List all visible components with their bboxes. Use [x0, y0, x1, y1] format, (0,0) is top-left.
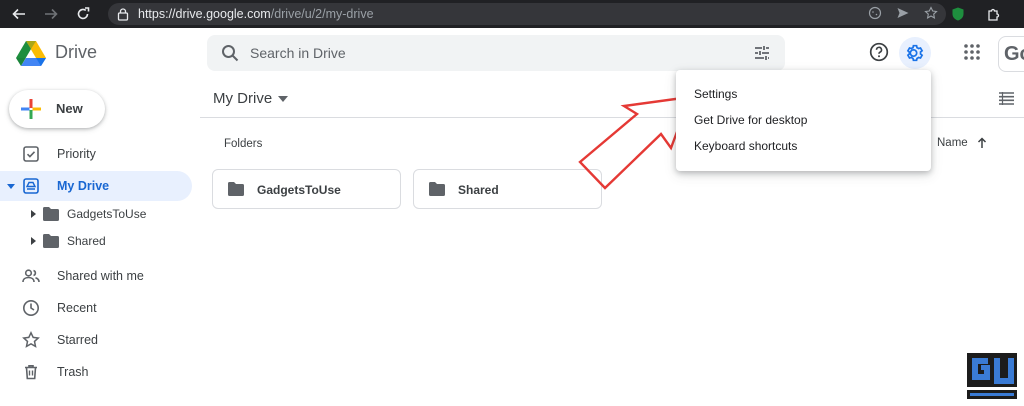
folder-icon	[43, 207, 59, 221]
menu-item-label: Get Drive for desktop	[694, 113, 808, 127]
new-button[interactable]: New	[9, 90, 105, 128]
lock-icon	[117, 8, 129, 21]
app-name: Drive	[55, 42, 98, 62]
sidebar-item-starred[interactable]: Starred	[0, 325, 192, 355]
folder-name: GadgetsToUse	[257, 183, 341, 197]
sidebar-item-label: Recent	[57, 301, 97, 315]
people-icon	[22, 269, 40, 283]
gadgets-to-use-watermark-logo	[967, 353, 1017, 399]
browser-toolbar: https://drive.google.com/drive/u/2/my-dr…	[0, 0, 1024, 28]
trash-icon	[25, 365, 37, 380]
plus-icon	[21, 99, 41, 119]
sidebar-item-priority[interactable]: Priority	[0, 139, 192, 169]
sort-by-label[interactable]: Name	[937, 137, 968, 149]
sidebar-subitem-shared[interactable]: Shared	[0, 229, 192, 253]
shield-extension-icon[interactable]	[950, 6, 966, 22]
gear-icon	[906, 44, 924, 62]
sidebar-item-label: Starred	[57, 333, 98, 347]
url-text: https://drive.google.com/drive/u/2/my-dr…	[138, 7, 374, 21]
menu-item-label: Settings	[694, 87, 738, 101]
sidebar-item-trash[interactable]: Trash	[0, 357, 192, 387]
star-icon	[22, 331, 40, 348]
sidebar-item-shared-with-me[interactable]: Shared with me	[0, 261, 192, 291]
account-label: Go	[1004, 43, 1024, 65]
caret-down-icon[interactable]	[278, 96, 288, 102]
new-button-label: New	[56, 101, 83, 116]
cookie-icon[interactable]	[868, 6, 882, 20]
sidebar-subitem-gadgetstouse[interactable]: GadgetsToUse	[0, 202, 192, 226]
menu-item-get-drive-for-desktop[interactable]: Get Drive for desktop	[676, 107, 931, 133]
folder-icon	[43, 234, 59, 248]
sidebar-item-label: Shared with me	[57, 269, 144, 283]
my-drive-icon	[23, 178, 39, 194]
menu-item-label: Keyboard shortcuts	[694, 139, 798, 153]
folder-icon	[429, 182, 445, 196]
priority-icon	[23, 146, 39, 162]
settings-button[interactable]	[899, 37, 931, 69]
arrow-up-icon[interactable]	[977, 137, 987, 149]
add-bookmark-icon[interactable]	[924, 6, 938, 20]
sidebar-item-label: Priority	[57, 147, 96, 161]
apps-grid-icon[interactable]	[963, 43, 981, 61]
folder-icon	[228, 182, 244, 196]
account-switcher[interactable]: Go	[998, 36, 1024, 72]
folder-card[interactable]: GadgetsToUse	[212, 169, 401, 209]
clock-icon	[23, 300, 39, 316]
menu-item-settings[interactable]: Settings	[676, 81, 931, 107]
search-input[interactable]	[250, 35, 730, 71]
sidebar-item-recent[interactable]: Recent	[0, 293, 192, 323]
sidebar-item-label: Trash	[57, 365, 89, 379]
back-icon[interactable]	[6, 0, 32, 28]
send-icon[interactable]	[896, 6, 910, 20]
sidebar-item-label: Shared	[67, 234, 106, 248]
sidebar-item-label: My Drive	[57, 179, 110, 193]
search-options-icon[interactable]	[753, 44, 771, 62]
folders-section-label: Folders	[224, 138, 263, 150]
folder-card[interactable]: Shared	[413, 169, 602, 209]
caret-down-icon[interactable]	[6, 181, 16, 191]
puzzle-extension-icon[interactable]	[986, 6, 1002, 22]
forward-icon[interactable]	[38, 0, 64, 28]
settings-menu: Settings Get Drive for desktop Keyboard …	[676, 70, 931, 171]
sidebar-item-my-drive[interactable]: My Drive	[0, 171, 192, 201]
search-bar[interactable]	[207, 35, 785, 71]
sidebar-item-label: GadgetsToUse	[67, 207, 147, 221]
search-icon[interactable]	[221, 44, 239, 62]
address-bar[interactable]: https://drive.google.com/drive/u/2/my-dr…	[108, 3, 946, 25]
page-title[interactable]: My Drive	[213, 90, 272, 107]
list-view-icon[interactable]	[999, 92, 1014, 105]
caret-right-icon[interactable]	[29, 209, 37, 219]
url-host: https://drive.google.com	[138, 7, 271, 21]
drive-logo-icon[interactable]	[16, 40, 46, 66]
folder-name: Shared	[458, 183, 499, 197]
help-icon[interactable]	[869, 42, 889, 62]
menu-item-keyboard-shortcuts[interactable]: Keyboard shortcuts	[676, 133, 931, 159]
caret-right-icon[interactable]	[29, 236, 37, 246]
url-path: /drive/u/2/my-drive	[270, 7, 374, 21]
reload-icon[interactable]	[70, 0, 96, 28]
